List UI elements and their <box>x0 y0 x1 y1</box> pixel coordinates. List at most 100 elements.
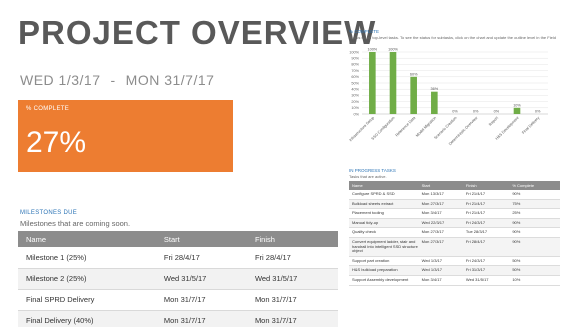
column-header: Start <box>418 181 463 190</box>
y-tick-label: 30% <box>351 94 359 98</box>
chart-bar[interactable] <box>369 52 376 114</box>
x-tick-label: Report <box>488 115 500 127</box>
column-header: % Complete <box>509 181 560 190</box>
task-name: Support part creation <box>349 256 419 267</box>
milestone-start: Mon 31/7/17 <box>155 289 247 311</box>
task-start: Mon 27/3/17 <box>418 227 463 238</box>
task-name: Convert equipment ladder, stair and hand… <box>349 237 419 257</box>
task-start: Wed 1/3/17 <box>418 265 463 276</box>
x-tick-label: Final Delivery <box>521 116 540 135</box>
task-percent: 75% <box>509 199 560 210</box>
table-row[interactable]: Milestone 2 (25%) Wed 31/5/17 Wed 31/5/1… <box>18 268 338 290</box>
y-tick-label: 80% <box>351 63 359 67</box>
milestone-name: Milestone 2 (25%) <box>18 268 156 290</box>
milestone-start: Wed 31/5/17 <box>155 268 247 290</box>
task-percent: 10% <box>509 275 560 286</box>
y-tick-label: 0% <box>354 112 360 116</box>
task-finish: Fri 31/3/17 <box>462 265 510 276</box>
task-finish: Fri 24/3/17 <box>462 256 510 267</box>
task-name: H&S bulkload preparation <box>349 265 419 276</box>
percent-complete-chart-subtitle: Status for all top-level tasks. To see t… <box>349 35 556 45</box>
column-header: Finish <box>246 231 338 247</box>
y-tick-label: 90% <box>351 57 359 61</box>
milestone-name: Final Delivery (40%) <box>18 310 156 327</box>
page-title: PROJECT OVERVIEW <box>18 14 377 51</box>
y-tick-label: 70% <box>351 69 359 73</box>
task-finish: Fri 28/4/17 <box>462 237 510 257</box>
milestone-finish: Mon 31/7/17 <box>246 289 338 311</box>
table-row[interactable]: Manual tidy-up Wed 22/3/17 Fri 24/3/17 90% <box>349 218 560 229</box>
task-name: Placement tooling <box>349 208 419 219</box>
milestones-heading: MILESTONES DUE <box>20 210 78 216</box>
table-row[interactable]: Configure SPRD & SSD Mon 13/3/17 Fri 21/4/… <box>349 190 560 200</box>
milestone-name: Final SPRD Delivery <box>18 289 156 311</box>
table-row[interactable]: Quality check Mon 27/3/17 Tue 28/3/17 90% <box>349 227 560 238</box>
chart-bar[interactable] <box>389 52 397 114</box>
task-name: Manual tidy-up <box>349 218 419 229</box>
percent-complete-bar-chart[interactable]: 0%10%20%30%40%50%60%70%80%90%100%100%Inf… <box>340 46 555 164</box>
date-separator: - <box>110 72 116 88</box>
task-start: Mon 27/3/17 <box>418 237 463 257</box>
task-percent: 90% <box>509 227 560 238</box>
data-label: 0% <box>473 110 479 114</box>
task-percent: 90% <box>509 190 560 200</box>
percent-complete-card[interactable]: % COMPLETE 27% <box>18 100 233 172</box>
percent-complete-chart-heading: % COMPLETE <box>349 29 380 34</box>
table-row[interactable]: Final Delivery (40%) Mon 31/7/17 Mon 31/… <box>18 310 338 327</box>
milestone-name: Milestone 1 (25%) <box>18 247 156 269</box>
task-name: Bulkload sheets extract <box>349 199 419 210</box>
chart-bar[interactable] <box>410 76 417 114</box>
data-label: 60% <box>410 72 418 76</box>
y-tick-label: 40% <box>351 88 359 92</box>
in-progress-header-row: Name Start Finish % Complete <box>349 181 560 190</box>
chart-bar[interactable] <box>513 107 521 114</box>
in-progress-table[interactable]: Name Start Finish % Complete Configure S… <box>349 181 560 286</box>
y-tick-label: 100% <box>349 50 359 54</box>
task-name: Configure SPRD & SSD <box>349 190 419 200</box>
in-progress-heading: IN PROGRESS TASKS <box>349 168 396 173</box>
task-percent: 50% <box>509 265 560 276</box>
task-finish: Fri 24/3/17 <box>462 218 510 229</box>
milestone-finish: Wed 31/5/17 <box>246 268 338 290</box>
chart-bar[interactable] <box>431 91 438 114</box>
column-header: Name <box>349 181 419 190</box>
task-finish: Fri 21/4/17 <box>462 199 510 210</box>
data-label: 0% <box>535 110 541 114</box>
milestone-start: Mon 31/7/17 <box>155 310 247 327</box>
milestones-table[interactable]: Name Start Finish Milestone 1 (25%) Fri … <box>18 231 338 327</box>
column-header: Finish <box>462 181 510 190</box>
table-row[interactable]: H&S bulkload preparation Wed 1/3/17 Fri 31… <box>349 265 560 276</box>
table-row[interactable]: Convert equipment ladder, stair and hand… <box>349 237 560 257</box>
table-row[interactable]: Placement tooling Mon 3/4/17 Fri 21/4/17 25… <box>349 208 560 219</box>
table-row[interactable]: Support Assembly development Mon 3/4/17 We… <box>349 275 560 286</box>
column-header: Name <box>18 231 156 247</box>
task-finish: Fri 21/4/17 <box>462 190 510 200</box>
task-percent: 90% <box>509 237 560 257</box>
data-label: 0% <box>494 110 500 114</box>
task-start: Mon 3/4/17 <box>418 208 463 219</box>
task-start: Mon 3/4/17 <box>418 275 463 286</box>
x-tick-label: SSD Configuration <box>371 116 396 141</box>
task-finish: Tue 28/3/17 <box>462 227 510 238</box>
y-tick-label: 50% <box>351 81 359 85</box>
milestone-finish: Fri 28/4/17 <box>246 247 338 269</box>
table-row[interactable]: Support part creation Wed 1/3/17 Fri 24/3/… <box>349 256 560 267</box>
task-percent: 50% <box>509 256 560 267</box>
percent-complete-value: 27% <box>26 126 87 159</box>
column-header: Start <box>155 231 247 247</box>
data-label: 0% <box>452 110 458 114</box>
data-label: 10% <box>513 103 521 107</box>
data-label: 36% <box>431 87 439 91</box>
x-tick-label: Model Migration <box>415 116 437 138</box>
start-date: WED 1/3/17 <box>20 72 101 88</box>
task-finish: Wed 31/5/17 <box>462 275 510 286</box>
in-progress-subtitle: Tasks that are active. <box>349 174 387 179</box>
table-row[interactable]: Bulkload sheets extract Mon 27/3/17 Fri 21… <box>349 199 560 210</box>
task-percent: 25% <box>509 208 560 219</box>
percent-complete-label: % COMPLETE <box>26 106 70 112</box>
task-start: Wed 1/3/17 <box>418 256 463 267</box>
task-name: Support Assembly development <box>349 275 419 286</box>
y-tick-label: 60% <box>351 75 359 79</box>
table-row[interactable]: Final SPRD Delivery Mon 31/7/17 Mon 31/7… <box>18 289 338 311</box>
table-row[interactable]: Milestone 1 (25%) Fri 28/4/17 Fri 28/4/1… <box>18 247 338 269</box>
